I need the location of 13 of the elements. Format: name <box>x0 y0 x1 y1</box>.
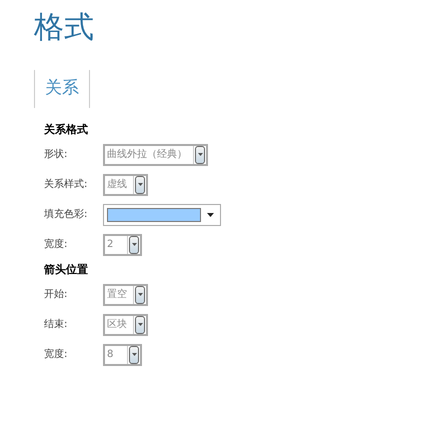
tab[interactable]: 关系 <box>34 70 90 108</box>
field-label: 关系样式: <box>44 178 88 192</box>
field-label: 宽度: <box>44 238 68 252</box>
field-label: 形状: <box>44 148 68 162</box>
field-label: 宽度: <box>44 348 68 362</box>
field-label: 开始: <box>44 288 68 302</box>
field-label: 结束: <box>44 318 68 332</box>
caret-icon <box>207 212 214 216</box>
field-label: 填充色彩: <box>44 208 88 222</box>
color-picker[interactable] <box>103 204 221 226</box>
section-heading: 箭头位置 <box>44 262 89 278</box>
section-heading: 关系格式 <box>44 122 89 138</box>
page-title: 格式 <box>34 9 95 47</box>
